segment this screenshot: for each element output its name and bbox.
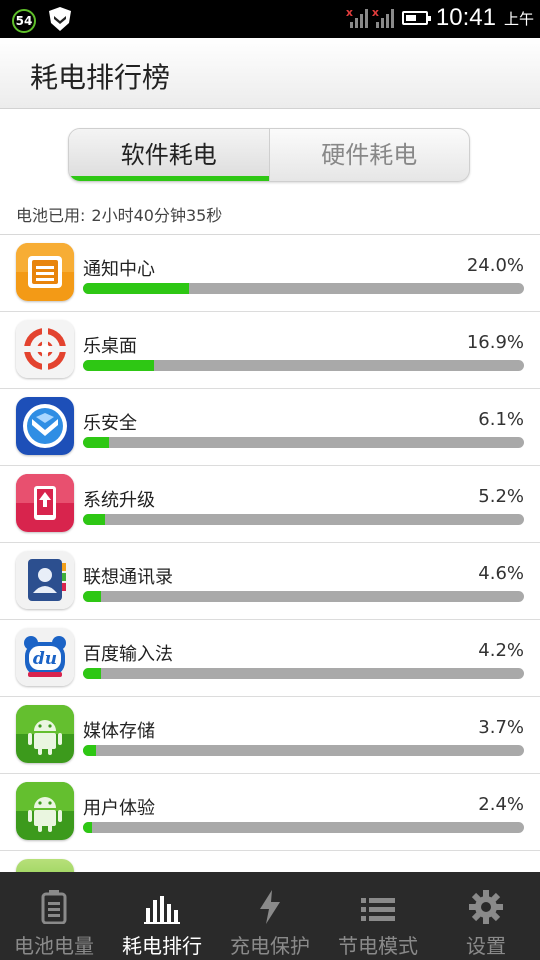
usage-bar [83,514,524,525]
app-name: 联想通讯录 [83,567,173,588]
app-name: 用户体验 [83,798,155,819]
page-title: 耗电排行榜 [30,61,171,94]
clock: 10:41 [435,4,496,31]
usage-bar [83,745,524,756]
usage-bar [83,591,524,602]
usage-bar-fill [83,360,154,371]
list-item[interactable]: 用户体验 2.4% [0,774,540,851]
system-update-icon [16,474,74,532]
battery-usage-value: 2小时40分钟35秒 [91,206,223,225]
usage-bar-fill [83,591,101,602]
bar-chart-icon [108,884,216,924]
usage-bar-fill [83,668,101,679]
app-name: 乐安全 [83,413,137,434]
usage-bar-fill [83,514,106,525]
notification-count-badge: 54 [12,9,36,33]
app-percent: 16.9% [466,332,524,353]
android-icon [16,782,74,840]
bottom-nav: 电池电量 耗电排行 充电保护 节电模式 设置 [0,872,540,960]
list-icon [324,884,432,924]
app-usage-list: 通知中心 24.0% 乐桌面 16.9% 乐安全 6.1% 系统升级 5.2% … [0,235,540,851]
signal-2-icon: x [372,6,394,28]
list-item[interactable]: du 百度输入法 4.2% [0,620,540,697]
gear-icon [432,884,540,924]
app-percent: 3.7% [478,717,524,738]
android-icon [16,705,74,763]
app-percent: 5.2% [478,486,524,507]
list-item[interactable]: 联想通讯录 4.6% [0,543,540,620]
app-percent: 6.1% [478,409,524,430]
tab-settings[interactable]: 设置 [432,872,540,960]
app-percent: 4.2% [478,640,524,661]
tab-battery-level[interactable]: 电池电量 [0,872,108,960]
list-item-partial[interactable] [0,851,540,873]
app-name: 系统升级 [83,490,155,511]
usage-type-segment: 软件耗电 硬件耗电 [68,128,470,182]
list-item[interactable]: 乐安全 6.1% [0,389,540,466]
usage-bar [83,283,524,294]
status-bar: 54 x x 10:41 上午 [0,0,540,38]
app-name: 通知中心 [83,259,155,280]
tab-charge-protect[interactable]: 充电保护 [216,872,324,960]
tab-label: 节电模式 [338,934,418,958]
tab-label: 充电保护 [230,934,310,958]
baidu-ime-icon: du [16,628,74,686]
usage-bar [83,822,524,833]
battery-icon [0,884,108,924]
app-percent: 4.6% [478,563,524,584]
usage-bar [83,437,524,448]
battery-usage-summary: 电池已用: 2小时40分钟35秒 [16,202,228,226]
android-icon [16,859,74,873]
app-name: 媒体存储 [83,721,155,742]
app-percent: 24.0% [466,255,524,276]
battery-usage-label: 电池已用: [16,206,86,225]
list-item[interactable]: 媒体存储 3.7% [0,697,540,774]
usage-bar-fill [83,437,110,448]
tab-power-ranking[interactable]: 耗电排行 [108,872,216,960]
tab-software-usage[interactable]: 软件耗电 [69,129,270,181]
app-name: 百度输入法 [83,644,173,665]
status-left: 54 [12,6,72,36]
security-shield-icon [16,397,74,455]
battery-status-icon [401,11,431,25]
contacts-icon [16,551,74,609]
list-item[interactable]: 系统升级 5.2% [0,466,540,543]
tab-label: 电池电量 [14,934,94,958]
security-shield-icon [48,6,72,36]
lightning-icon [216,884,324,924]
launcher-icon [16,320,74,378]
svg-text:du: du [33,649,57,669]
usage-bar [83,360,524,371]
usage-bar-fill [83,745,97,756]
notification-center-icon [16,243,74,301]
list-item[interactable]: 通知中心 24.0% [0,235,540,312]
signal-1-icon: x [346,6,368,28]
clock-ampm: 上午 [503,9,534,28]
tab-label: 设置 [466,934,506,958]
usage-bar-fill [83,822,92,833]
tab-power-saving-mode[interactable]: 节电模式 [324,872,432,960]
usage-bar-fill [83,283,189,294]
list-item[interactable]: 乐桌面 16.9% [0,312,540,389]
usage-bar [83,668,524,679]
tab-hardware-usage[interactable]: 硬件耗电 [270,129,470,181]
status-right: x x 10:41 上午 [346,4,534,32]
app-percent: 2.4% [478,794,524,815]
app-name: 乐桌面 [83,336,137,357]
tab-label: 耗电排行 [122,934,202,958]
title-bar: 耗电排行榜 [0,38,540,109]
